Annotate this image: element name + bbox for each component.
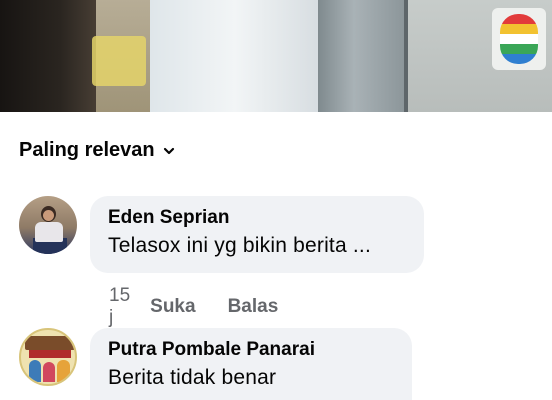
tv-channel-logo-icon xyxy=(492,8,546,70)
comment-actions: 15 j Suka Balas xyxy=(109,285,310,329)
comment-bubble: Putra Pombale Panarai Berita tidak benar xyxy=(90,328,412,400)
comment-timestamp[interactable]: 15 j xyxy=(109,285,130,329)
comment-sort-dropdown[interactable]: Paling relevan xyxy=(19,139,175,162)
video-scene-left xyxy=(0,0,100,112)
video-player[interactable] xyxy=(0,0,552,112)
like-button[interactable]: Suka xyxy=(150,296,195,318)
comment-text: Berita tidak benar xyxy=(108,366,277,389)
avatar[interactable] xyxy=(19,196,77,254)
avatar[interactable] xyxy=(19,328,77,386)
comment-author[interactable]: Eden Seprian xyxy=(108,205,406,231)
comment-text: Telasox ini yg bikin berita ... xyxy=(108,234,371,257)
comment-bubble: Eden Seprian Telasox ini yg bikin berita… xyxy=(90,196,424,273)
video-scene-door xyxy=(318,0,408,112)
chevron-down-icon xyxy=(163,147,174,154)
sort-label: Paling relevan xyxy=(19,139,155,161)
comment-author[interactable]: Putra Pombale Panarai xyxy=(108,337,394,363)
reply-button[interactable]: Balas xyxy=(228,296,279,318)
video-scene-window xyxy=(150,0,320,112)
video-scene-object xyxy=(92,36,146,86)
